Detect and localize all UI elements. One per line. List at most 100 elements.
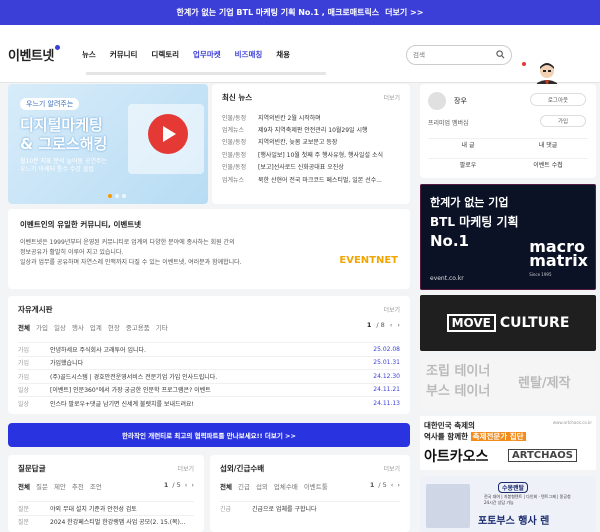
user-name: 장우 [454, 97, 467, 105]
carousel-dot[interactable] [122, 194, 126, 198]
search-box [406, 45, 512, 65]
carousel-dot[interactable] [115, 194, 119, 198]
partner-banner-text: 한라작인 개런티로 최고의 협력파트를 만나보세요!! [122, 432, 263, 440]
prev-page-icon[interactable]: ‹ [390, 321, 393, 329]
qna-post-list: 질문 야외 무대 설치 기준과 안전성 검토 질문 2024 한강페스티벌 한강랭맵… [18, 501, 194, 528]
partner-promo-banner[interactable]: 한라작인 개런티로 최고의 협력파트를 만나보세요!! 더보기 >> [8, 423, 410, 447]
play-icon [148, 114, 188, 154]
list-item[interactable]: 인물/동정 지역의빈칸, 늦봄 교보문고 등장 [222, 136, 400, 148]
tab-event[interactable]: 행사 [72, 322, 84, 332]
my-posts-link[interactable]: 내 글 [428, 138, 508, 150]
list-item[interactable]: 업계뉴스 북한 산현어 전국 마크코드 페스티벌, 일본 선수... [222, 173, 400, 185]
table-row[interactable]: 가입 가입했습니다 25.01.31 [18, 355, 400, 370]
top-banner-more-link[interactable]: 더보기 >> [385, 7, 423, 18]
tab-all[interactable]: 전체 [220, 481, 232, 491]
freeboard-title: 자유게시판 [18, 305, 53, 314]
site-logo[interactable]: 이벤트넷 [8, 45, 60, 64]
table-row[interactable]: 질문 2024 한강페스티벌 한강랭맵 사업 공모(2. 15.(목)... [18, 514, 194, 529]
profile-card: 장우 로그아웃 프리미엄 멤버십 가입 내 글 내 댓글 팔로우 이벤트 수첩 [420, 84, 596, 178]
tab-daily[interactable]: 일상 [54, 322, 66, 332]
list-item[interactable]: 인물/동정 [행사일보] 10월 첫째 주 행사유형, 행사일설 소식 [222, 148, 400, 160]
total-pages: / 8 [376, 321, 385, 329]
tab-advice[interactable]: 조언 [90, 481, 102, 491]
tab-recommend[interactable]: 추천 [72, 481, 84, 491]
avatar[interactable] [428, 92, 446, 110]
my-comments-link[interactable]: 내 댓글 [508, 138, 588, 150]
list-item[interactable]: 인물/동정 지역의빈칸 2월 시작하며 [222, 111, 400, 123]
table-row[interactable]: 가입 (주)골드시스템 | 경호안전운영서비스 전문기업 가입 인사드립니다. 24… [18, 369, 400, 383]
nav-news[interactable]: 뉴스 [82, 49, 96, 60]
tab-all[interactable]: 전체 [18, 322, 30, 332]
carousel-dots [108, 194, 126, 198]
latest-news-card: 최신 뉴스 더보기 인물/동정 지역의빈칸 2월 시작하며 업계뉴스 제9차 지역축… [212, 84, 410, 204]
top-banner-text: 한계가 없는 기업 BTL 마케팅 기획 No.1 , 매크로매트릭스 [176, 8, 380, 17]
table-row[interactable]: 질문 야외 무대 설치 기준과 안전성 검토 [18, 501, 194, 515]
qna-pager: 1/ 5 ‹ › [163, 481, 194, 489]
tab-question[interactable]: 질문 [36, 481, 48, 491]
table-row[interactable]: 일상 [이벤트] 인문360°에서 가장 궁금한 인문학 프로그램은? 이벤트 24… [18, 382, 400, 397]
nav-jobs[interactable]: 채용 [276, 49, 290, 60]
current-page: 1 [366, 321, 372, 329]
news-more-link[interactable]: 더보기 [383, 93, 400, 102]
list-item[interactable]: 인물/동정 [보고]선사로드 신화공대표 오진상 [222, 161, 400, 173]
community-description: 이벤트넷은 1999년부터 운영된 커뮤니티로 업계의 다양한 분야에 종사하는… [20, 239, 242, 266]
sumong-rental-logo: 수몽랜탈 [498, 482, 529, 493]
tab-event-tool[interactable]: 이벤트툴 [304, 481, 328, 491]
tab-all[interactable]: 전체 [18, 481, 30, 491]
table-row[interactable]: 일상 인스타 팔로우+댓글 남기면 신세계 불렛치를 보내드려요! 24.11.13 [18, 396, 400, 410]
table-row[interactable]: 긴급 긴급으로 업체를 구합니다 [220, 501, 400, 515]
qna-more-link[interactable]: 더보기 [177, 464, 194, 473]
nav-community[interactable]: 커뮤니티 [110, 49, 138, 60]
freeboard-more-link[interactable]: 더보기 [383, 305, 400, 314]
tab-urgent[interactable]: 긴급 [238, 481, 250, 491]
qna-title: 질문답글 [18, 464, 46, 473]
table-row[interactable]: 가입 안녕하세요 주식회사 고래투어 입니다. 25.02.08 [18, 342, 400, 356]
ad-photo-booth[interactable]: 수몽랜탈 전국 대여 | 지붕형텐트 | 다인회 · 텐트그제 | 몽공청 24시… [420, 476, 596, 532]
macromatrix-logo: macro matrix Since 1995 [529, 237, 588, 278]
site-header: 이벤트넷 뉴스 커뮤니티 디렉토리 업무마켓 비즈매칭 채용 [0, 25, 600, 99]
top-promo-banner[interactable]: 한계가 없는 기업 BTL 마케팅 기획 No.1 , 매크로매트릭스 더보기 … [0, 0, 600, 25]
search-input[interactable] [413, 51, 493, 59]
artchaos-logo: ARTCHAOS [508, 449, 577, 462]
tab-suggest[interactable]: 제안 [54, 481, 66, 491]
tab-join[interactable]: 가입 [36, 322, 48, 332]
carousel-dot[interactable] [108, 194, 112, 198]
tab-casting[interactable]: 섭외 [256, 481, 268, 491]
hero-subtitle: 월10분 지표 분석 늘어몸 공연주는 우느기 마케터 통수 수강 클럽 [20, 158, 108, 173]
hero-banner[interactable]: 우느기 알려주는 디지털마케팅 & 그로스해킹 월10분 지표 분석 늘어몸 공연… [8, 84, 208, 204]
list-item[interactable]: 업계뉴스 제9차 지역축제판 안전관리 10월29일 시행 [222, 123, 400, 135]
main-nav: 뉴스 커뮤니티 디렉토리 업무마켓 비즈매칭 채용 [82, 49, 290, 60]
prev-page-icon[interactable]: ‹ [185, 481, 188, 489]
nav-bizmatching[interactable]: 비즈매칭 [235, 49, 263, 60]
tab-industry[interactable]: 업계 [90, 322, 102, 332]
news-title: 최신 뉴스 [222, 93, 253, 102]
tab-etc[interactable]: 기타 [156, 322, 168, 332]
freeboard-post-list: 가입 안녕하세요 주식회사 고래투어 입니다. 25.02.08 가입 가입했습니다 2… [18, 342, 400, 410]
ad-booth-tainer[interactable]: 조립 테이너 부스 테이너 렌탈/제작 [420, 356, 596, 412]
tab-used[interactable]: 중고용품 [126, 322, 150, 332]
next-page-icon[interactable]: › [191, 481, 194, 489]
tab-vendor[interactable]: 업체수배 [274, 481, 298, 491]
following-link[interactable]: 팔로우 [428, 158, 508, 170]
urgent-more-link[interactable]: 더보기 [383, 464, 400, 473]
hero-title: 디지털마케팅 & 그로스해킹 [20, 116, 108, 153]
nav-market[interactable]: 업무마켓 [193, 49, 221, 60]
membership-join-button[interactable]: 가입 [540, 115, 586, 127]
next-page-icon[interactable]: › [397, 321, 400, 329]
next-page-icon[interactable]: › [397, 481, 400, 489]
logout-button[interactable]: 로그아웃 [530, 93, 586, 106]
ad-macromatrix[interactable]: 한계가 없는 기업 BTL 마케팅 기획 No.1 macro matrix Sin… [420, 184, 596, 290]
community-intro-card: 이벤트인의 유일한 커뮤니티, 이벤트넷 이벤트넷은 1999년부터 운영된 커… [8, 209, 410, 289]
ad-move-culture[interactable]: MOVE CULTURE [420, 295, 596, 351]
community-title: 이벤트인의 유일한 커뮤니티, 이벤트넷 [20, 220, 142, 229]
search-icon[interactable] [496, 50, 505, 59]
partner-banner-more[interactable]: 더보기 >> [265, 430, 296, 440]
hero-kicker: 우느기 알려주는 [20, 98, 80, 110]
tab-field[interactable]: 현장 [108, 322, 120, 332]
ad-artchaos[interactable]: 대한민국 축제의 역사를 함께한 축제전문가 집단 아트카오스 ARTCHAOS… [420, 416, 596, 470]
urgent-pager: 1/ 5 ‹ › [369, 481, 400, 489]
event-notebook-link[interactable]: 이벤트 수첩 [508, 158, 588, 170]
prev-page-icon[interactable]: ‹ [391, 481, 394, 489]
nav-directory[interactable]: 디렉토리 [151, 49, 179, 60]
profile-shortcuts: 내 글 내 댓글 팔로우 이벤트 수첩 [428, 138, 588, 170]
